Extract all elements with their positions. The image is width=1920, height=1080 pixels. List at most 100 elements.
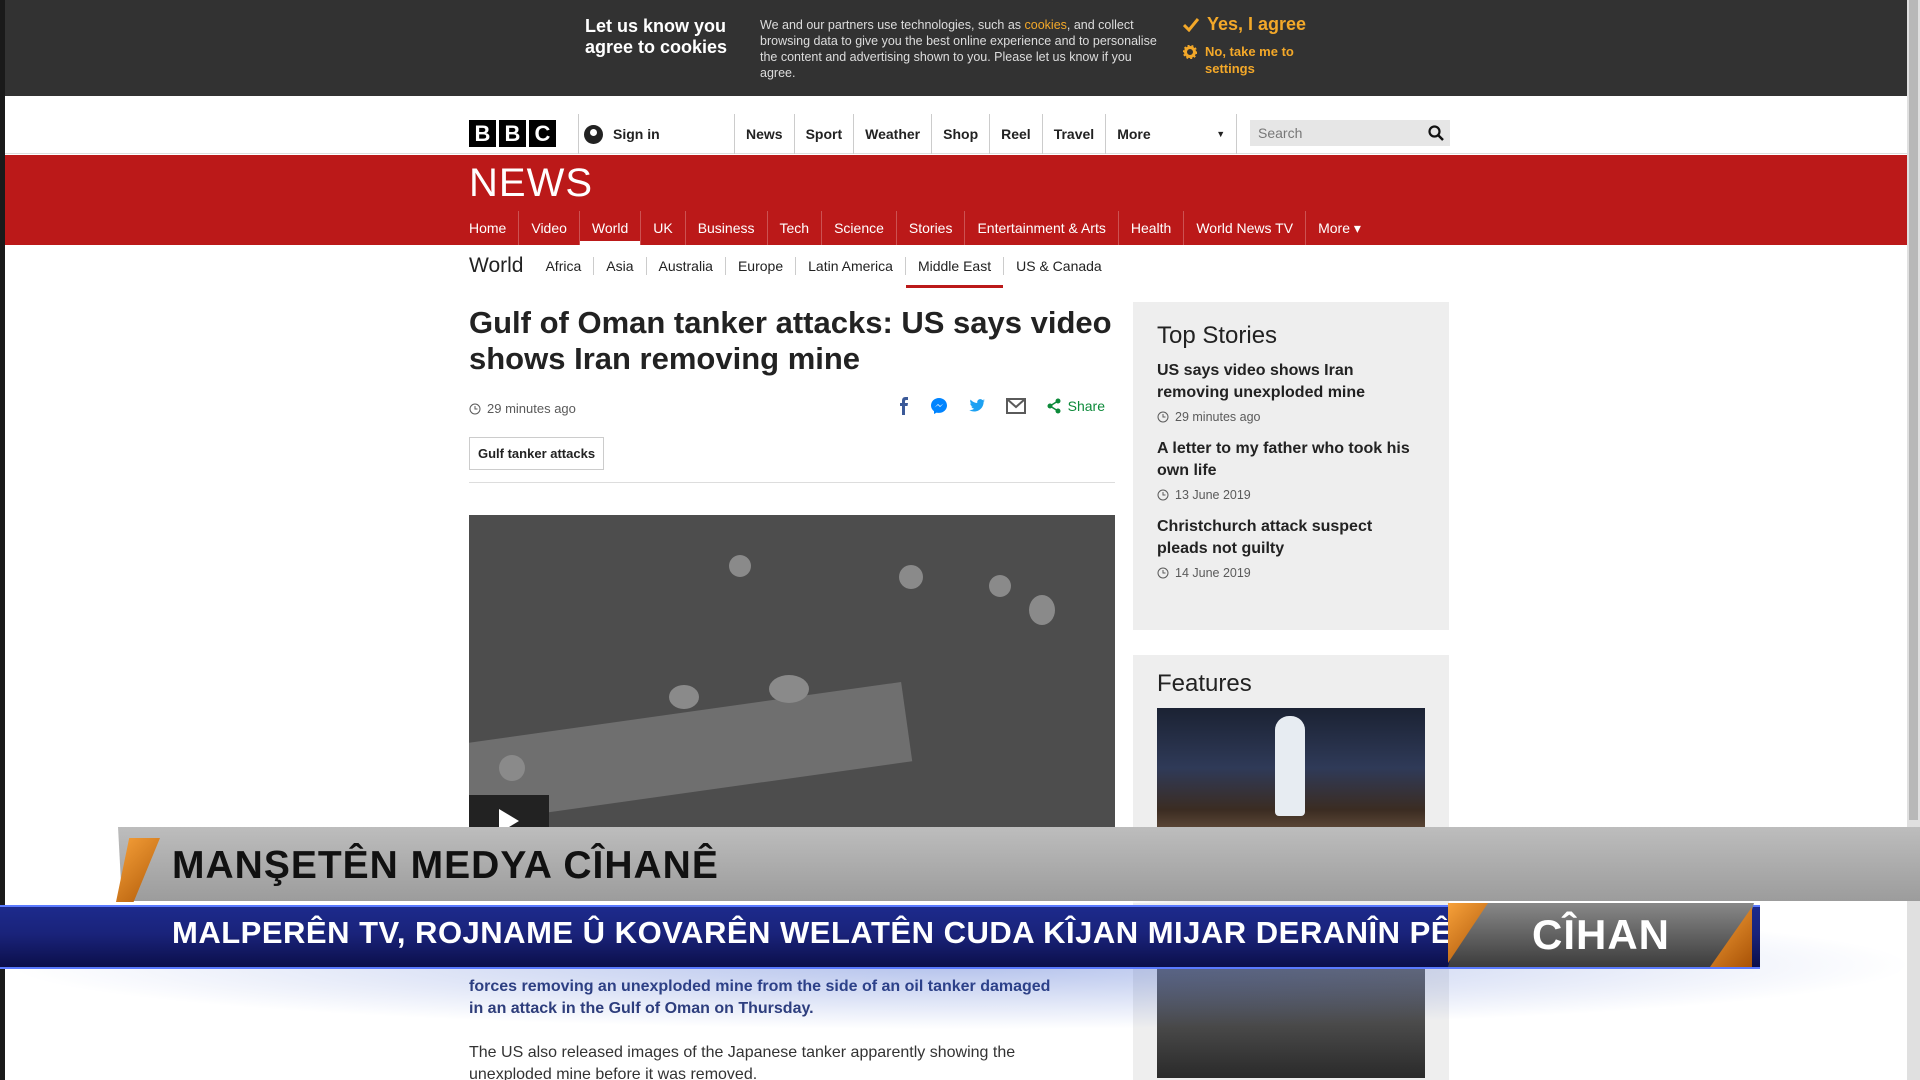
- signin-label: Sign in: [613, 126, 660, 142]
- timestamp-text: 29 minutes ago: [487, 401, 576, 416]
- share-label: Share: [1067, 398, 1105, 414]
- article-lead: forces removing an unexploded mine from …: [469, 978, 1051, 1017]
- feature-image[interactable]: [1157, 960, 1425, 1078]
- news-nav-video[interactable]: Video: [518, 211, 579, 245]
- user-icon: [584, 124, 603, 144]
- messenger-icon[interactable]: [930, 397, 948, 415]
- scrollbar[interactable]: [1907, 0, 1920, 1080]
- article: Gulf of Oman tanker attacks: US says vid…: [469, 305, 1115, 845]
- story-time-text: 29 minutes ago: [1175, 410, 1261, 424]
- gear-icon: [1183, 45, 1197, 59]
- news-nav-home[interactable]: Home: [469, 211, 518, 245]
- news-masthead: NEWS Home Video World UK Business Tech S…: [5, 155, 1907, 245]
- facebook-icon[interactable]: [898, 397, 910, 415]
- world-subnav: World Africa Asia Australia Europe Latin…: [469, 249, 1114, 288]
- subnav-europe[interactable]: Europe: [724, 257, 795, 275]
- news-nav-health[interactable]: Health: [1117, 211, 1183, 245]
- subnav-asia[interactable]: Asia: [593, 257, 645, 275]
- news-nav-tech[interactable]: Tech: [766, 211, 822, 245]
- top-story-item[interactable]: Christchurch attack suspect pleads not g…: [1157, 516, 1425, 580]
- global-nav-item-travel[interactable]: Travel: [1041, 114, 1105, 154]
- video-frame-figure: [499, 755, 525, 781]
- subnav-latin-america[interactable]: Latin America: [795, 257, 905, 275]
- story-time-text: 14 June 2019: [1175, 566, 1251, 580]
- video-frame-figure: [669, 685, 699, 709]
- story-title[interactable]: Christchurch attack suspect pleads not g…: [1157, 516, 1425, 560]
- browser-page: Let us know you agree to cookies We and …: [5, 0, 1907, 1080]
- share-tools: Share: [898, 397, 1105, 415]
- top-story-item[interactable]: US says video shows Iran removing unexpl…: [1157, 360, 1425, 424]
- cookie-title: Let us know you agree to cookies: [585, 16, 728, 57]
- bbc-logo-letter: C: [529, 120, 556, 147]
- news-nav-business[interactable]: Business: [684, 211, 767, 245]
- news-nav-uk[interactable]: UK: [640, 211, 684, 245]
- video-frame-figure: [1029, 595, 1055, 625]
- video-frame-figure: [989, 575, 1011, 597]
- article-headline: Gulf of Oman tanker attacks: US says vid…: [469, 305, 1112, 376]
- topic-tag[interactable]: Gulf tanker attacks: [469, 437, 605, 470]
- top-story-item[interactable]: A letter to my father who took his own l…: [1157, 438, 1425, 502]
- settings-label: No, take me to settings: [1205, 44, 1294, 76]
- global-nav-items: News Sport Weather Shop Reel Travel More…: [734, 114, 1238, 154]
- news-nav-more[interactable]: More ▾: [1305, 211, 1373, 245]
- news-nav-world[interactable]: World: [578, 211, 641, 245]
- signin-link[interactable]: Sign in: [578, 114, 660, 154]
- video-frame-figure: [769, 675, 809, 703]
- global-nav-item-news[interactable]: News: [734, 114, 794, 154]
- clock-icon: [1157, 567, 1169, 579]
- story-title[interactable]: US says video shows Iran removing unexpl…: [1157, 360, 1425, 404]
- settings-link[interactable]: No, take me to settings: [1183, 43, 1323, 77]
- news-logo[interactable]: NEWS: [469, 161, 593, 206]
- clock-icon: [1157, 411, 1169, 423]
- article-timestamp: 29 minutes ago: [469, 401, 576, 416]
- caret-down-icon: ▼: [1216, 129, 1226, 139]
- news-nav: Home Video World UK Business Tech Scienc…: [469, 211, 1373, 245]
- top-stories-title: Top Stories: [1157, 322, 1278, 349]
- bbc-logo-letter: B: [469, 120, 496, 147]
- agree-button[interactable]: Yes, I agree: [1183, 14, 1306, 35]
- video-player[interactable]: [469, 515, 1115, 845]
- news-nav-science[interactable]: Science: [821, 211, 896, 245]
- video-frame-figure: [729, 555, 751, 577]
- twitter-icon[interactable]: [968, 398, 986, 414]
- global-nav-item-reel[interactable]: Reel: [989, 114, 1042, 154]
- play-icon[interactable]: [469, 795, 549, 845]
- global-nav-more[interactable]: More ▼: [1105, 114, 1238, 154]
- scrollbar-thumb[interactable]: [1909, 0, 1918, 820]
- search-placeholder: Search: [1258, 125, 1303, 141]
- bbc-logo-letter: B: [499, 120, 526, 147]
- subnav-us-canada[interactable]: US & Canada: [1003, 257, 1114, 275]
- bbc-logo[interactable]: B B C: [469, 120, 556, 147]
- story-title[interactable]: A letter to my father who took his own l…: [1157, 438, 1425, 482]
- story-time: 29 minutes ago: [1157, 410, 1425, 424]
- cookie-body-text: We and our partners use technologies, su…: [760, 18, 1025, 32]
- news-nav-world-news-tv[interactable]: World News TV: [1183, 211, 1305, 245]
- subnav-africa[interactable]: Africa: [535, 257, 593, 275]
- feature-image[interactable]: [1157, 708, 1425, 828]
- share-button[interactable]: Share: [1046, 398, 1105, 414]
- news-nav-entertainment[interactable]: Entertainment & Arts: [964, 211, 1117, 245]
- global-nav-item-weather[interactable]: Weather: [853, 114, 931, 154]
- section-title[interactable]: World: [469, 254, 523, 278]
- cookies-link[interactable]: cookies: [1025, 18, 1067, 32]
- news-nav-stories[interactable]: Stories: [895, 211, 965, 245]
- search-icon[interactable]: [1428, 125, 1444, 141]
- divider: [469, 482, 1115, 483]
- subnav-australia[interactable]: Australia: [645, 257, 725, 275]
- story-time: 14 June 2019: [1157, 566, 1425, 580]
- agree-label: Yes, I agree: [1207, 14, 1307, 34]
- global-nav-item-sport[interactable]: Sport: [793, 114, 854, 154]
- cookie-body: We and our partners use technologies, su…: [760, 17, 1160, 81]
- feature-image-figure: [1275, 716, 1305, 816]
- video-frame-figure: [899, 565, 923, 589]
- search-input[interactable]: Search: [1250, 120, 1450, 146]
- subnav-middle-east[interactable]: Middle East: [904, 257, 1004, 288]
- features-title: Features: [1157, 670, 1252, 697]
- article-paragraph: The US also released images of the Japan…: [469, 1044, 1016, 1080]
- story-time-text: 13 June 2019: [1175, 488, 1251, 502]
- email-icon[interactable]: [1005, 398, 1026, 414]
- clock-icon: [1157, 489, 1169, 501]
- global-nav-item-shop[interactable]: Shop: [931, 114, 989, 154]
- article-meta: 29 minutes ago Share: [469, 397, 1115, 421]
- story-time: 13 June 2019: [1157, 488, 1425, 502]
